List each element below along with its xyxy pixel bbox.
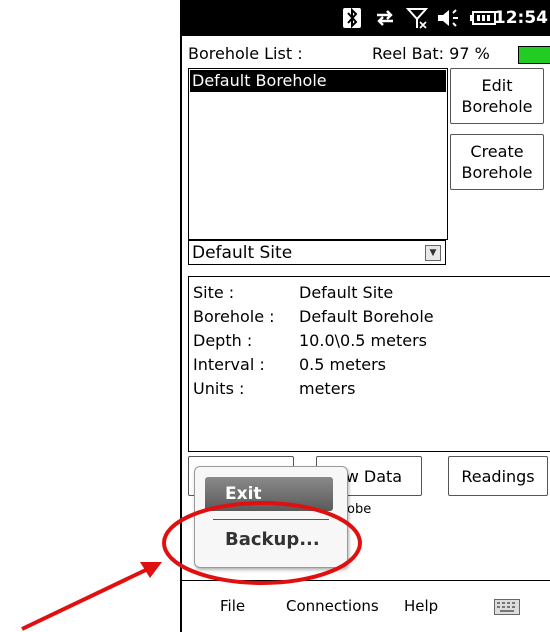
reel-battery-label: Reel Bat: 97 % [372, 44, 490, 63]
info-key: Site : [193, 283, 235, 302]
reel-battery-fill [519, 47, 550, 63]
connections-menu[interactable]: Connections [286, 597, 379, 615]
borehole-info-panel: Site : Default Site Borehole : Default B… [188, 276, 550, 452]
info-value: 10.0\0.5 meters [299, 331, 428, 350]
edit-borehole-label-1: Edit [481, 76, 513, 95]
info-key: Depth : [193, 331, 253, 350]
keyboard-icon[interactable] [494, 599, 520, 619]
info-value: Default Site [299, 283, 394, 302]
info-value: Default Borehole [299, 307, 434, 326]
edit-borehole-button[interactable]: Edit Borehole [450, 68, 544, 124]
sync-icon [374, 7, 396, 35]
borehole-listbox[interactable]: Default Borehole [188, 68, 448, 240]
edit-borehole-label-2: Borehole [461, 97, 533, 116]
status-bar: 12:54 [182, 0, 550, 36]
info-key: Units : [193, 379, 245, 398]
speaker-icon [436, 7, 460, 35]
info-key: Interval : [193, 355, 265, 374]
exit-menu-item[interactable]: Exit [205, 477, 333, 511]
annotation-arrow-head [140, 562, 162, 578]
create-borehole-label-1: Create [470, 142, 524, 161]
chevron-down-icon[interactable]: ▼ [425, 245, 441, 261]
help-menu[interactable]: Help [404, 597, 438, 615]
list-item-default-borehole[interactable]: Default Borehole [190, 70, 446, 92]
clock: 12:54 [493, 8, 548, 28]
borehole-list-label: Borehole List : [188, 44, 303, 63]
no-signal-icon [405, 7, 429, 35]
file-menu[interactable]: File [220, 597, 245, 615]
annotation-arrow-shaft [21, 566, 151, 631]
file-menu-popup: Exit Backup... [194, 466, 348, 568]
app-window: 12:54 Borehole List : Reel Bat: 97 % Def… [180, 0, 550, 632]
site-dropdown[interactable]: Default Site ▼ [188, 240, 446, 265]
info-value: meters [299, 379, 356, 398]
reel-battery-bar [518, 46, 550, 64]
create-borehole-button[interactable]: Create Borehole [450, 134, 544, 190]
info-value: 0.5 meters [299, 355, 386, 374]
backup-menu-item[interactable]: Backup... [225, 529, 320, 550]
readings-label: Readings [461, 466, 535, 486]
readings-button[interactable]: Readings [448, 456, 548, 496]
site-dropdown-value: Default Site [192, 243, 293, 263]
menu-divider [213, 519, 329, 520]
create-borehole-label-2: Borehole [461, 163, 533, 182]
bottom-menu-bar: File Connections Help [182, 580, 550, 632]
info-key: Borehole : [193, 307, 275, 326]
bluetooth-icon [342, 7, 362, 35]
